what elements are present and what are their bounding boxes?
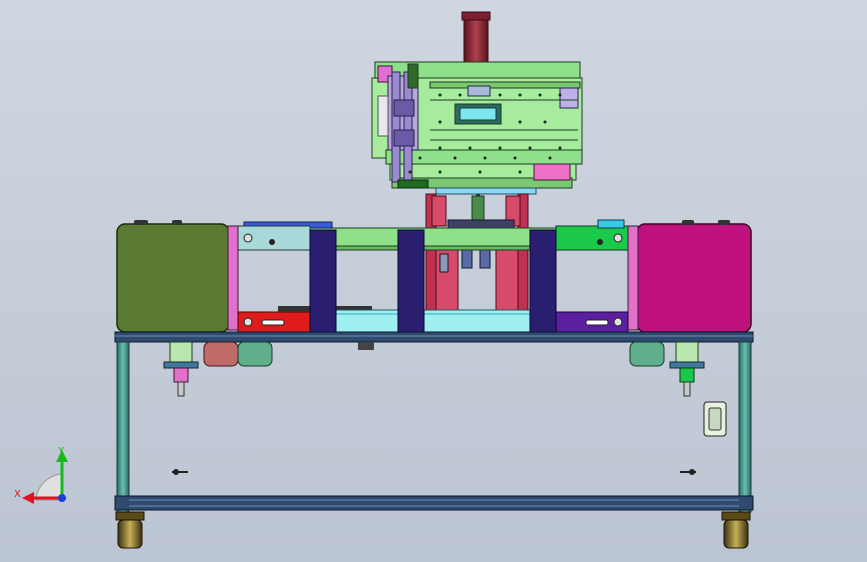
top-column [461,11,491,71]
left-slide-block-upper [237,225,311,251]
y-axis-label: Y [57,446,65,457]
x-axis-label: X [14,489,21,500]
central-lift-rails [425,193,529,315]
lower-cyan-plate [333,309,557,333]
cad-viewport[interactable]: Y X [0,0,867,562]
door-handle-right [680,469,696,475]
caster-left [115,511,145,549]
left-cylinder [163,341,199,397]
orientation-triad: Y X [14,446,68,504]
left-cabinet [116,223,239,333]
z-axis-dot [58,494,66,502]
left-motors [203,341,374,367]
right-lower-purple-block [555,311,629,333]
table-top-frame [114,331,754,343]
side-latch [703,401,727,437]
machine-assembly-drawing: Y X [14,11,754,549]
caster-right [721,511,751,549]
door-handle-left [172,469,188,475]
right-cabinet [627,223,752,333]
bottom-frame [114,495,754,511]
right-cylinder [669,341,705,397]
upper-head-assembly [371,61,583,195]
right-motors [629,341,665,367]
right-slide-block-upper [555,219,631,251]
table-legs [116,341,752,513]
